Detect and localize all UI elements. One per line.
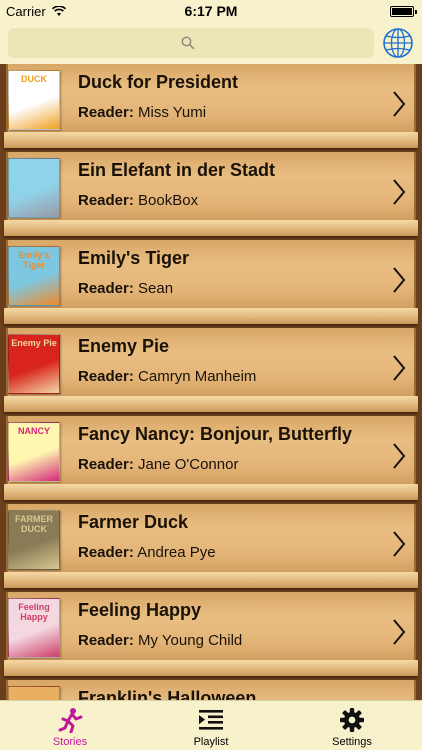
tab-stories-label: Stories [52,736,88,748]
book-cover[interactable] [8,158,60,218]
shelf-back [6,240,416,312]
tab-settings-label: Settings [332,736,372,748]
shelf-board [4,308,418,324]
story-title: Feeling Happy [78,600,202,620]
story-title: Franklin's Halloween [78,688,257,700]
shelf-board [4,660,418,676]
shelf-row[interactable]: Enemy Pie Enemy Pie Reader: Camryn Manheim [0,328,422,416]
shelf-board [4,132,418,148]
book-cover-text: FARMER DUCK [15,514,53,534]
story-title: Ein Elefant in der Stadt [78,160,276,180]
reader-line: Reader: Sean [78,280,173,297]
shelf-back [6,328,416,400]
story-shelf-list[interactable]: DUCK Duck for President Reader: Miss Yumi E… [0,64,422,700]
shelf-board [4,484,418,500]
story-title: Emily's Tiger [78,248,189,268]
gear-icon [340,708,364,732]
book-cover-text: Enemy Pie [11,338,57,348]
reader-line: Reader: Camryn Manheim [78,368,256,385]
chevron-right-icon[interactable] [392,266,406,294]
tab-bar: Stories Playlist Settings [0,700,422,750]
reader-line: Reader: My Young Child [78,632,242,649]
reader-line: Reader: Andrea Pye [78,544,216,561]
reader-line: Reader: BookBox [78,192,198,209]
tab-stories[interactable]: Stories [0,701,140,750]
chevron-right-icon[interactable] [392,90,406,118]
book-cover[interactable]: Emily's Tiger [8,246,60,306]
book-cover[interactable] [8,686,60,700]
reader-prefix: Reader: [78,104,134,121]
reader-name: Sean [138,280,174,297]
shelf-board [4,396,418,412]
battery-icon [390,6,417,17]
shelf-row[interactable]: Ein Elefant in der Stadt Reader: BookBox [0,152,422,240]
book-cover-text: Feeling Happy [18,602,50,622]
story-title: Enemy Pie [78,336,170,356]
playlist-icon [199,710,223,730]
book-cover-text: Emily's Tiger [18,250,50,270]
search-icon [181,36,195,50]
shelf-row[interactable]: FARMER DUCK Farmer Duck Reader: Andrea Pye [0,504,422,592]
reader-prefix: Reader: [78,368,134,385]
reader-line: Reader: Miss Yumi [78,104,206,121]
book-cover[interactable]: Enemy Pie [8,334,60,394]
chevron-right-icon[interactable] [392,618,406,646]
shelf-row[interactable]: Franklin's Halloween [0,680,422,700]
shelf-row[interactable]: Feeling Happy Feeling Happy Reader: My You… [0,592,422,680]
shelf-board [4,220,418,236]
story-title: Farmer Duck [78,512,189,532]
shelf-row[interactable]: NANCY Fancy Nancy: Bonjour, Butterfly Read… [0,416,422,504]
reader-name: BookBox [138,192,199,209]
status-time: 6:17 PM [184,3,238,19]
reader-prefix: Reader: [78,456,134,473]
search-field[interactable] [8,28,374,58]
book-cover[interactable]: NANCY [8,422,60,482]
shelf-back [6,592,416,664]
reader-name: Jane O'Connor [138,456,239,473]
chevron-right-icon[interactable] [392,530,406,558]
book-cover[interactable]: DUCK [8,70,60,130]
tab-playlist-label: Playlist [193,736,229,748]
chevron-right-icon[interactable] [392,354,406,382]
story-title: Duck for President [78,72,239,92]
status-bar: Carrier 6:17 PM [0,0,422,22]
reader-name: Camryn Manheim [138,368,257,385]
chevron-right-icon[interactable] [392,178,406,206]
globe-icon[interactable] [382,27,414,59]
search-area [0,22,422,64]
book-cover-text: NANCY [17,426,50,436]
shelf-back [6,504,416,576]
dancer-icon [58,708,83,733]
reader-prefix: Reader: [78,192,134,209]
reader-name: My Young Child [138,632,243,649]
reader-prefix: Reader: [78,632,134,649]
reader-name: Miss Yumi [138,104,207,121]
shelf-board [4,572,418,588]
story-title: Fancy Nancy: Bonjour, Butterfly [78,424,353,444]
reader-prefix: Reader: [78,544,134,561]
reader-line: Reader: Jane O'Connor [78,456,238,473]
reader-prefix: Reader: [78,280,134,297]
book-cover-text: DUCK [21,74,47,84]
book-cover[interactable]: Feeling Happy [8,598,60,658]
book-cover[interactable]: FARMER DUCK [8,510,60,570]
tab-settings[interactable]: Settings [282,701,422,750]
shelf-row[interactable]: DUCK Duck for President Reader: Miss Yumi [0,64,422,152]
chevron-right-icon[interactable] [392,442,406,470]
shelf-row[interactable]: Emily's Tiger Emily's Tiger Reader: Sean [0,240,422,328]
tab-playlist[interactable]: Playlist [141,701,281,750]
reader-name: Andrea Pye [137,544,216,561]
